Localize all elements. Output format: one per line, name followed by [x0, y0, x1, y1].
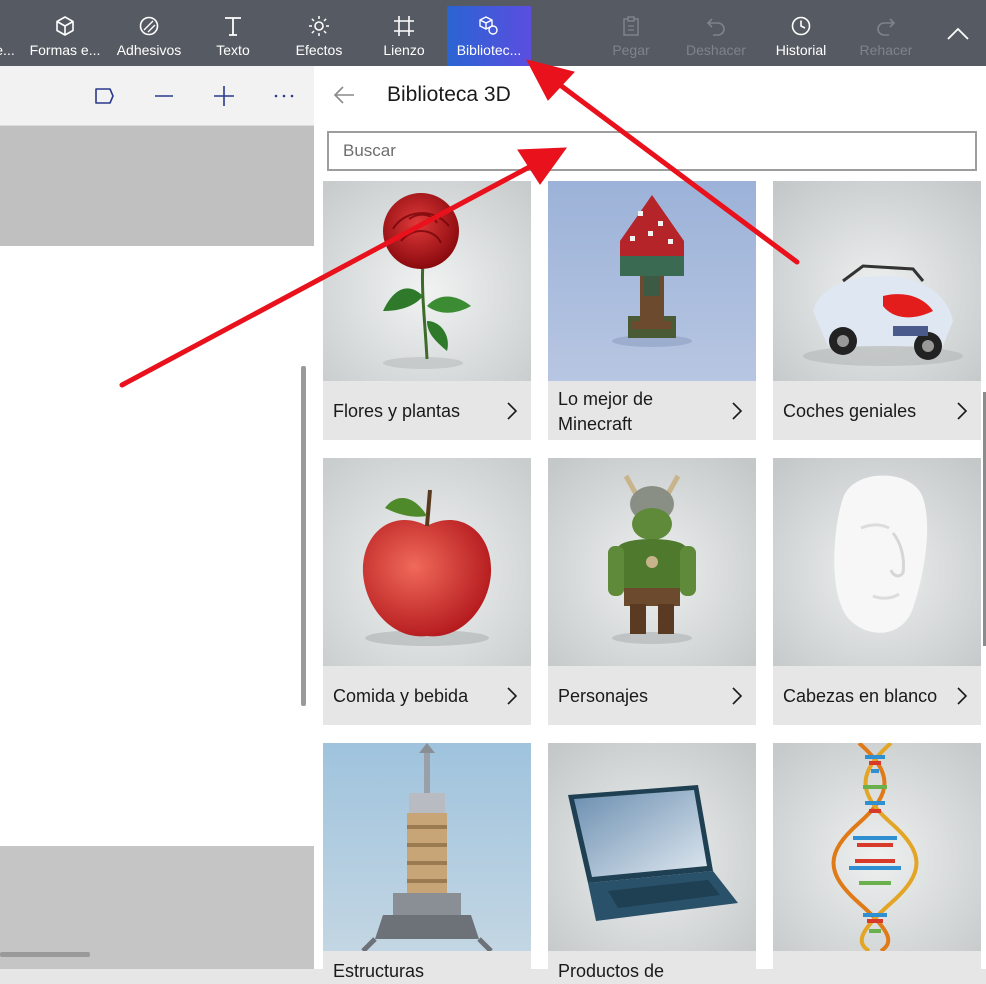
sticker-icon	[138, 14, 160, 38]
toolbar-label: Texto	[216, 42, 250, 58]
canvas-horizontal-scrollbar[interactable]	[0, 952, 90, 957]
minus-icon[interactable]	[150, 82, 178, 110]
canvas-background-top	[0, 126, 314, 246]
history-icon	[790, 14, 812, 38]
canvas-background-bottom	[0, 846, 314, 969]
apple-thumbnail	[323, 458, 531, 666]
chevron-right-icon	[505, 401, 519, 421]
redo-icon	[875, 14, 897, 38]
category-label: Personajes	[558, 686, 649, 706]
toolbar-button-stickers[interactable]: Adhesivos	[111, 6, 187, 66]
back-arrow-icon[interactable]	[332, 82, 358, 108]
top-toolbar: e... Formas e... Adhesivos Texto Efectos…	[0, 0, 986, 66]
minecraft-tree-thumbnail	[548, 181, 756, 381]
category-label: Coches geniales	[783, 401, 917, 421]
toolbar-button-shapes[interactable]: Formas e...	[26, 6, 104, 66]
toolbar-button-paste[interactable]: Pegar	[604, 6, 658, 66]
cube-icon	[54, 14, 76, 38]
toolbar-label: Adhesivos	[116, 42, 182, 58]
canvas-view-toolbar	[0, 66, 314, 126]
orc-thumbnail	[548, 458, 756, 666]
category-label: Estructuras	[333, 961, 425, 981]
flag-icon[interactable]	[90, 82, 118, 110]
toolbar-label: Formas e...	[29, 42, 101, 58]
category-label: Cabezas en blanco	[783, 686, 938, 706]
category-card-science[interactable]	[773, 743, 981, 969]
chevron-right-icon	[955, 686, 969, 706]
chevron-up-icon[interactable]	[944, 24, 972, 44]
category-label: Productos de	[558, 961, 665, 981]
category-label: Flores y plantas	[333, 401, 461, 421]
text-t-icon	[222, 14, 244, 38]
car-thumbnail	[773, 181, 981, 381]
toolbar-label: e...	[0, 42, 15, 58]
blank-head-thumbnail	[773, 458, 981, 666]
dna-thumbnail	[773, 743, 981, 951]
sun-effects-icon	[308, 14, 330, 38]
canvas-hash-icon	[393, 14, 415, 38]
laptop-thumbnail	[548, 743, 756, 951]
category-card-cars[interactable]: Coches geniales	[773, 181, 981, 440]
toolbar-button-truncated[interactable]: e...	[0, 6, 16, 66]
category-card-food[interactable]: Comida y bebida	[323, 458, 531, 725]
toolbar-button-undo[interactable]: Deshacer	[682, 6, 750, 66]
category-card-structures[interactable]: Estructuras	[323, 743, 531, 981]
category-card-blank-heads[interactable]: Cabezas en blanco	[773, 458, 981, 725]
category-card-minecraft[interactable]: Lo mejor de Minecraft	[548, 181, 756, 440]
drawing-canvas[interactable]	[0, 246, 314, 846]
library-3d-panel: Biblioteca 3D Flores y plantas	[314, 66, 986, 981]
toolbar-button-3d-library[interactable]: Bibliotec...	[447, 6, 531, 66]
toolbar-button-text[interactable]: Texto	[200, 6, 266, 66]
plus-icon[interactable]	[210, 82, 238, 110]
more-icon[interactable]	[270, 82, 298, 110]
library-3d-icon	[478, 14, 500, 38]
toolbar-label: Rehacer	[859, 42, 913, 58]
category-label: Comida y bebida	[333, 686, 469, 706]
toolbar-label: Historial	[775, 42, 827, 58]
toolbar-label: Deshacer	[686, 42, 746, 58]
toolbar-label: Bibliotec...	[456, 42, 522, 58]
toolbar-button-history[interactable]: Historial	[768, 6, 834, 66]
toolbar-label: Pegar	[612, 42, 650, 58]
panel-header: Biblioteca 3D	[314, 66, 986, 126]
chevron-right-icon	[955, 401, 969, 421]
tower-thumbnail	[323, 743, 531, 951]
undo-icon	[705, 14, 727, 38]
chevron-right-icon	[730, 686, 744, 706]
canvas-vertical-scrollbar[interactable]	[301, 366, 306, 706]
category-card-products[interactable]: Productos de	[548, 743, 756, 981]
chevron-right-icon	[505, 686, 519, 706]
toolbar-label: Efectos	[295, 42, 343, 58]
toolbar-button-redo[interactable]: Rehacer	[854, 6, 918, 66]
toolbar-button-effects[interactable]: Efectos	[284, 6, 354, 66]
category-card-flowers[interactable]: Flores y plantas	[323, 181, 531, 440]
category-card-characters[interactable]: Personajes	[548, 458, 756, 725]
panel-title: Biblioteca 3D	[387, 83, 511, 106]
rose-thumbnail	[323, 181, 531, 381]
toolbar-label: Lienzo	[383, 42, 425, 58]
paste-icon	[620, 14, 642, 38]
category-label: Lo mejor de Minecraft	[558, 389, 654, 434]
search-input[interactable]	[327, 131, 977, 171]
chevron-right-icon	[730, 401, 744, 421]
toolbar-button-canvas[interactable]: Lienzo	[374, 6, 434, 66]
